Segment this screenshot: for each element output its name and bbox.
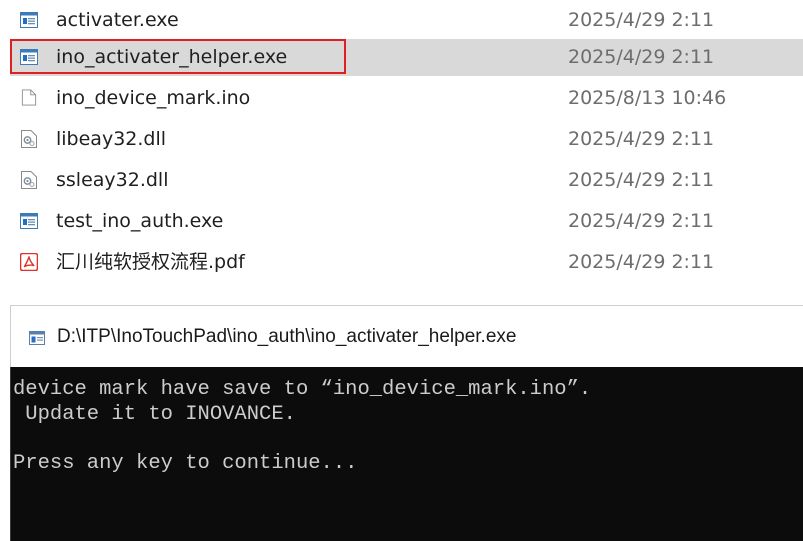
file-row-ssleay32-dll[interactable]: ssleay32.dll 2025/4/29 2:11 bbox=[10, 162, 803, 199]
file-date: 2025/4/29 2:11 bbox=[568, 128, 715, 150]
console-app-icon bbox=[29, 331, 45, 345]
file-name: libeay32.dll bbox=[56, 128, 167, 150]
dll-icon bbox=[21, 171, 37, 189]
console-output: device mark have save to “ino_device_mar… bbox=[10, 367, 803, 541]
blank-file-icon bbox=[21, 89, 37, 106]
file-name: ino_activater_helper.exe bbox=[56, 46, 288, 68]
file-name: ssleay32.dll bbox=[56, 169, 169, 191]
file-row-libeay32-dll[interactable]: libeay32.dll 2025/4/29 2:11 bbox=[10, 121, 803, 158]
file-date: 2025/8/13 10:46 bbox=[568, 87, 727, 109]
screenshot-canvas: activater.exe 2025/4/29 2:11 ino_activat… bbox=[0, 0, 803, 541]
console-titlebar[interactable]: D:\ITP\InoTouchPad\ino_auth\ino_activate… bbox=[10, 305, 803, 367]
file-date: 2025/4/29 2:11 bbox=[568, 210, 715, 232]
console-window[interactable]: D:\ITP\InoTouchPad\ino_auth\ino_activate… bbox=[10, 305, 803, 541]
console-title: D:\ITP\InoTouchPad\ino_auth\ino_activate… bbox=[57, 326, 517, 347]
file-name: test_ino_auth.exe bbox=[56, 210, 224, 232]
file-date: 2025/4/29 2:11 bbox=[568, 169, 715, 191]
file-row-ino-activater-helper-exe[interactable]: ino_activater_helper.exe 2025/4/29 2:11 bbox=[10, 39, 803, 76]
file-name: 汇川纯软授权流程.pdf bbox=[56, 251, 245, 273]
file-row-activater-exe[interactable]: activater.exe 2025/4/29 2:11 bbox=[10, 2, 803, 39]
console-line: Update it to INOVANCE. bbox=[13, 403, 296, 426]
file-row-test-ino-auth-exe[interactable]: test_ino_auth.exe 2025/4/29 2:11 bbox=[10, 203, 803, 240]
file-date: 2025/4/29 2:11 bbox=[568, 9, 715, 31]
dll-icon bbox=[21, 130, 37, 148]
exe-icon bbox=[20, 49, 38, 65]
file-row-ino-device-mark-ino[interactable]: ino_device_mark.ino 2025/8/13 10:46 bbox=[10, 80, 803, 117]
exe-icon bbox=[20, 213, 38, 229]
file-date: 2025/4/29 2:11 bbox=[568, 251, 715, 273]
file-date: 2025/4/29 2:11 bbox=[568, 46, 715, 68]
file-name: activater.exe bbox=[56, 9, 179, 31]
exe-icon bbox=[20, 12, 38, 28]
file-row-pdf[interactable]: 汇川纯软授权流程.pdf 2025/4/29 2:11 bbox=[10, 244, 803, 281]
console-line: device mark have save to “ino_device_mar… bbox=[13, 378, 592, 401]
file-name: ino_device_mark.ino bbox=[56, 87, 251, 109]
console-line: Press any key to continue... bbox=[13, 452, 358, 475]
pdf-icon bbox=[20, 253, 38, 271]
